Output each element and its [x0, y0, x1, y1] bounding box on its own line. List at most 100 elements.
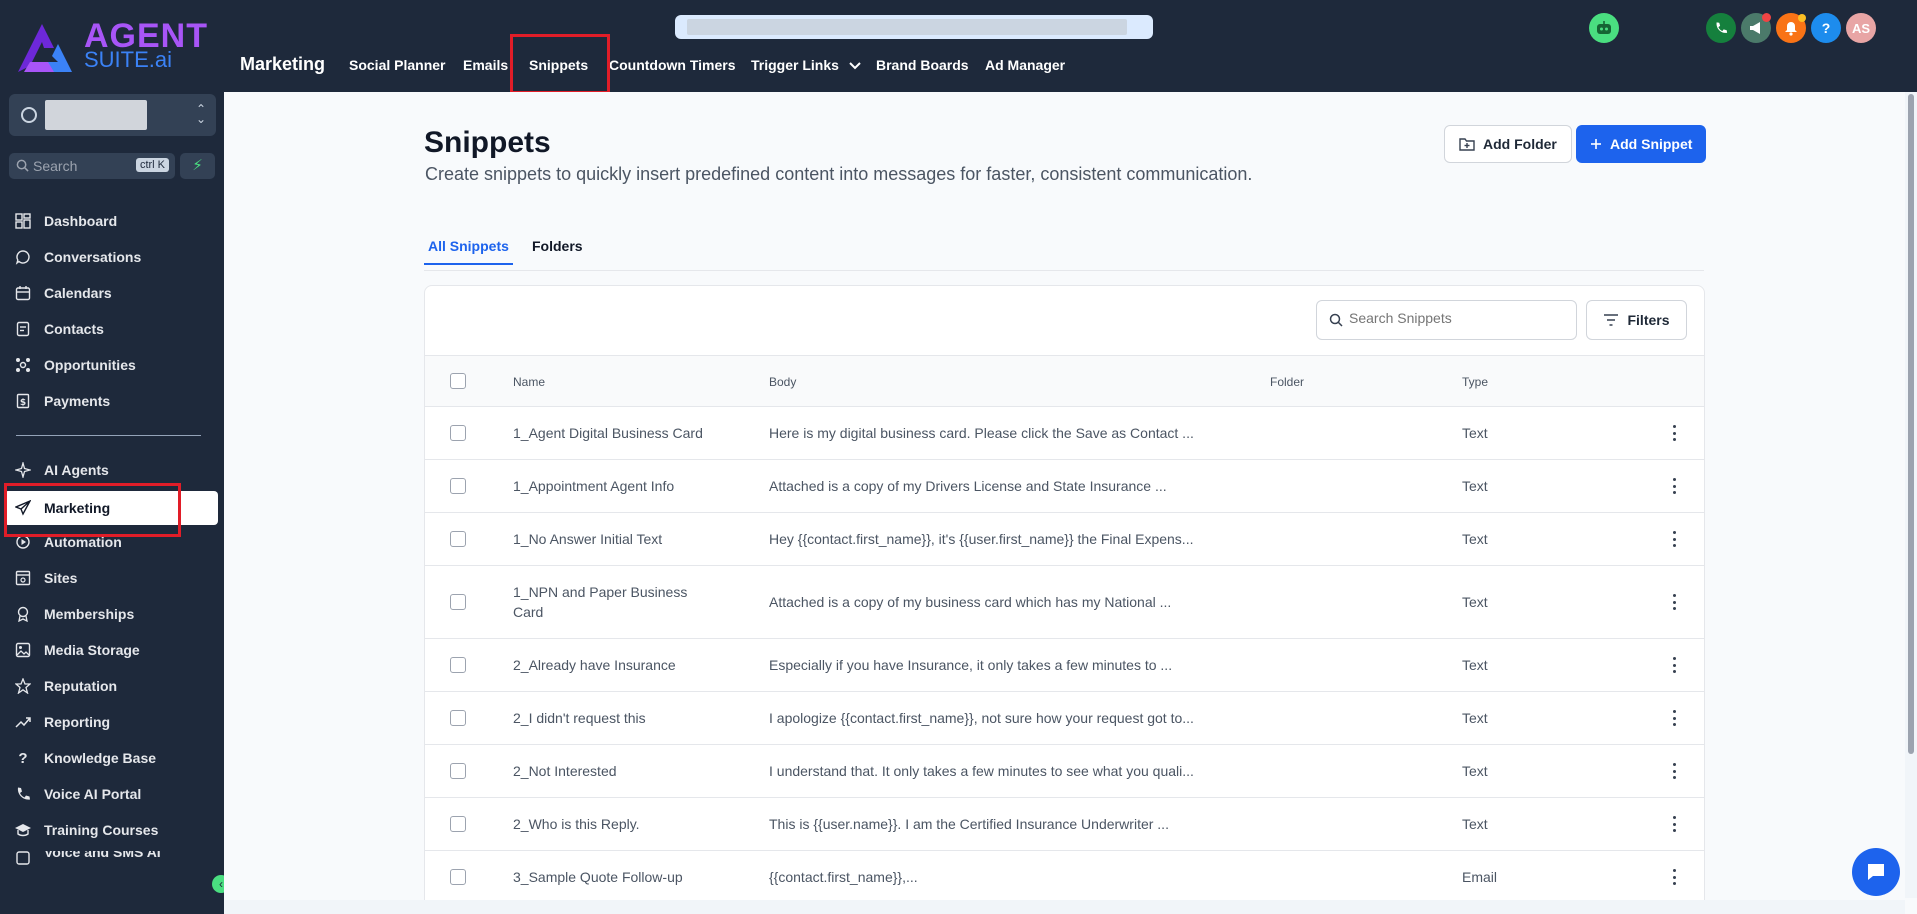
sidebar-item-conversations[interactable]: Conversations: [14, 242, 214, 272]
add-snippet-button[interactable]: Add Snippet: [1576, 125, 1707, 163]
row-checkbox[interactable]: [450, 478, 466, 494]
sidebar-item-opportunities[interactable]: Opportunities: [14, 350, 214, 380]
tab-emails[interactable]: Emails: [463, 57, 508, 73]
row-menu-icon[interactable]: [1670, 816, 1678, 832]
payments-icon: $: [14, 392, 32, 410]
table-row[interactable]: 1_Appointment Agent Info Attached is a c…: [425, 460, 1704, 513]
tab-trigger-links[interactable]: Trigger Links: [751, 57, 861, 73]
search-snippets-input[interactable]: [1349, 310, 1569, 326]
row-checkbox[interactable]: [450, 710, 466, 726]
tab-ad-manager[interactable]: Ad Manager: [985, 57, 1065, 73]
table-row[interactable]: 1_NPN and Paper Business Card Attached i…: [425, 566, 1704, 639]
table-row[interactable]: 2_Who is this Reply. This is {{user.name…: [425, 798, 1704, 851]
search-snippets-field[interactable]: [1316, 300, 1577, 340]
filters-button[interactable]: Filters: [1586, 300, 1687, 340]
add-folder-button[interactable]: Add Folder: [1444, 125, 1572, 163]
phone-button[interactable]: [1706, 13, 1736, 43]
agentsuite-logo[interactable]: AGENT SUITE.ai: [14, 19, 214, 78]
sidebar-item-payments[interactable]: $ Payments: [14, 386, 214, 416]
sidebar-item-calendars[interactable]: Calendars: [14, 278, 214, 308]
table-row[interactable]: 1_Agent Digital Business Card Here is my…: [425, 407, 1704, 460]
tab-countdown-timers[interactable]: Countdown Timers: [609, 57, 736, 73]
snippet-name[interactable]: 2_I didn't request this: [513, 708, 713, 728]
table-row[interactable]: 2_Already have Insurance Especially if y…: [425, 639, 1704, 692]
sidebar-item-reporting[interactable]: Reporting: [14, 707, 214, 737]
snippet-name[interactable]: 1_Appointment Agent Info: [513, 476, 713, 496]
row-menu-icon[interactable]: [1670, 594, 1678, 610]
row-menu-icon[interactable]: [1670, 869, 1678, 885]
calendar-icon: [14, 284, 32, 302]
snippet-name[interactable]: 2_Not Interested: [513, 761, 713, 781]
row-checkbox[interactable]: [450, 657, 466, 673]
membership-icon: [14, 605, 32, 623]
announcements-button[interactable]: [1741, 13, 1771, 43]
horizontal-scrollbar[interactable]: [224, 900, 1905, 914]
snippet-name[interactable]: 2_Already have Insurance: [513, 655, 713, 675]
snippet-name[interactable]: 1_Agent Digital Business Card: [513, 423, 713, 443]
row-menu-icon[interactable]: [1670, 425, 1678, 441]
sidebar-item-label: Calendars: [44, 285, 112, 301]
chevron-left-icon: ‹: [219, 877, 223, 891]
row-checkbox[interactable]: [450, 869, 466, 885]
tab-social-planner[interactable]: Social Planner: [349, 57, 445, 73]
sidebar-item-sites[interactable]: Sites: [14, 563, 214, 593]
snippet-body: Hey {{contact.first_name}}, it's {{user.…: [769, 531, 1194, 547]
column-header-body[interactable]: Body: [769, 375, 796, 389]
snippet-name[interactable]: 3_Sample Quote Follow-up: [513, 867, 713, 887]
column-header-name[interactable]: Name: [513, 375, 545, 389]
sidebar-search[interactable]: Search ctrl K: [9, 153, 175, 179]
notifications-button[interactable]: [1776, 13, 1806, 43]
help-button[interactable]: ?: [1811, 13, 1841, 43]
sidebar-item-ai-agents[interactable]: AI Agents: [14, 455, 214, 485]
sidebar-item-reputation[interactable]: Reputation: [14, 671, 214, 701]
snippet-name[interactable]: 2_Who is this Reply.: [513, 814, 713, 834]
row-checkbox[interactable]: [450, 425, 466, 441]
row-checkbox[interactable]: [450, 763, 466, 779]
sidebar-item-training-courses[interactable]: Training Courses: [14, 815, 214, 845]
snippet-name[interactable]: 1_NPN and Paper Business Card: [513, 582, 703, 622]
table-row[interactable]: 2_Not Interested I understand that. It o…: [425, 745, 1704, 798]
sidebar-item-contacts[interactable]: Contacts: [14, 314, 214, 344]
snippet-name[interactable]: 1_No Answer Initial Text: [513, 529, 713, 549]
svg-text:$: $: [20, 398, 26, 408]
snippet-body: Attached is a copy of my business card w…: [769, 594, 1172, 610]
row-menu-icon[interactable]: [1670, 710, 1678, 726]
sidebar-item-voice-ai-portal[interactable]: Voice AI Portal: [14, 779, 214, 809]
row-menu-icon[interactable]: [1670, 657, 1678, 673]
ai-assistant-button[interactable]: [1589, 13, 1619, 43]
bolt-icon: ⚡: [192, 157, 203, 174]
highlight-marketing: [4, 483, 181, 537]
sidebar-item-media-storage[interactable]: Media Storage: [14, 635, 214, 665]
row-checkbox[interactable]: [450, 594, 466, 610]
chat-widget-button[interactable]: [1852, 848, 1900, 896]
quick-actions-button[interactable]: ⚡: [180, 153, 215, 179]
row-checkbox[interactable]: [450, 531, 466, 547]
column-header-type[interactable]: Type: [1462, 375, 1488, 389]
row-menu-icon[interactable]: [1670, 763, 1678, 779]
account-switcher[interactable]: ⌃ ⌄: [9, 94, 216, 136]
sidebar-item-label: Media Storage: [44, 642, 140, 658]
row-menu-icon[interactable]: [1670, 478, 1678, 494]
highlight-snippets: [510, 34, 610, 94]
select-all-checkbox[interactable]: [450, 373, 466, 389]
sidebar-item-memberships[interactable]: Memberships: [14, 599, 214, 629]
snippet-body: This is {{user.name}}. I am the Certifie…: [769, 816, 1169, 832]
tab-brand-boards[interactable]: Brand Boards: [876, 57, 969, 73]
snippet-body: I apologize {{contact.first_name}}, not …: [769, 710, 1194, 726]
user-avatar[interactable]: AS: [1846, 13, 1876, 43]
tab-folders[interactable]: Folders: [532, 238, 583, 254]
table-row[interactable]: 3_Sample Quote Follow-up {{contact.first…: [425, 851, 1704, 904]
row-menu-icon[interactable]: [1670, 531, 1678, 547]
column-header-folder[interactable]: Folder: [1270, 375, 1304, 389]
table-row[interactable]: 1_No Answer Initial Text Hey {{contact.f…: [425, 513, 1704, 566]
scrollbar-thumb[interactable]: [1908, 94, 1914, 754]
sidebar-item-voice-and-sms-ai[interactable]: Voice and SMS AI: [14, 851, 214, 867]
global-search-redacted[interactable]: [675, 15, 1153, 39]
tab-all-snippets[interactable]: All Snippets: [424, 238, 513, 265]
table-row[interactable]: 2_I didn't request this I apologize {{co…: [425, 692, 1704, 745]
sidebar-item-dashboard[interactable]: Dashboard: [14, 206, 214, 236]
row-checkbox[interactable]: [450, 816, 466, 832]
vertical-scrollbar[interactable]: [1905, 92, 1917, 898]
snippet-type: Text: [1462, 478, 1488, 494]
sidebar-item-knowledge-base[interactable]: ? Knowledge Base: [14, 743, 214, 773]
